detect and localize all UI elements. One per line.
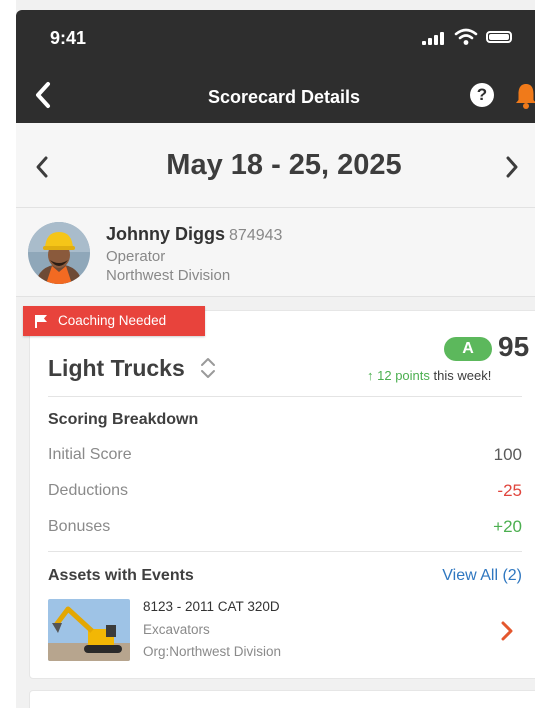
- top-bar: 9:41 Scorecard Details ?: [16, 10, 535, 123]
- user-role: Operator: [106, 248, 166, 265]
- bonuses-value: +20: [493, 517, 522, 536]
- flag-label: Coaching Needed: [58, 313, 167, 328]
- user-name: Johnny Diggs: [106, 224, 226, 244]
- breakdown-title: Scoring Breakdown: [48, 411, 199, 428]
- signal-icon: [422, 32, 444, 45]
- date-navigator: May 18 - 25, 2025: [16, 123, 535, 208]
- asset-name[interactable]: 8123 - 2011 CAT 320D: [143, 599, 280, 614]
- user-name-line: Johnny Diggs 874943: [106, 224, 282, 245]
- avatar: [28, 222, 90, 284]
- scorecard-card: Light Trucks A 95 ↑ 12 points this week!…: [29, 310, 535, 679]
- bonuses-label: Bonuses: [48, 518, 111, 535]
- deductions-label: Deductions: [48, 482, 129, 499]
- user-id: 874943: [229, 227, 283, 244]
- battery-icon: [486, 31, 512, 43]
- deductions-value: -25: [497, 481, 522, 500]
- bell-icon[interactable]: [514, 82, 535, 110]
- phone-screen: 9:41 Scorecard Details ? May 18 - 25, 20…: [16, 0, 535, 708]
- arrow-up-icon: ↑: [367, 368, 374, 383]
- user-info: Johnny Diggs 874943 Operator Northwest Di…: [16, 208, 535, 297]
- grade-badge: A: [444, 337, 492, 361]
- chevron-up-down-icon[interactable]: [198, 355, 218, 381]
- wifi-icon: [454, 28, 478, 45]
- help-icon[interactable]: ?: [470, 83, 494, 107]
- trend-points: 12 points: [377, 368, 430, 383]
- flag-icon: [35, 315, 47, 328]
- trend-suffix: this week!: [433, 368, 492, 383]
- user-division: Northwest Division: [106, 267, 231, 284]
- status-time: 9:41: [50, 28, 87, 48]
- asset-type: Excavators: [143, 622, 210, 637]
- initial-score-value: 100: [493, 445, 522, 464]
- coaching-needed-banner: Coaching Needed: [23, 306, 205, 336]
- asset-org: Org:Northwest Division: [143, 644, 282, 659]
- chevron-right-icon[interactable]: [500, 620, 514, 642]
- next-week-icon[interactable]: [504, 155, 520, 179]
- asset-thumbnail[interactable]: [48, 599, 130, 661]
- next-card: [29, 690, 535, 708]
- divider: [48, 551, 522, 552]
- date-range: May 18 - 25, 2025: [166, 149, 402, 181]
- view-all-link[interactable]: View All (2): [442, 567, 522, 585]
- page-title: Scorecard Details: [207, 87, 361, 107]
- category-title[interactable]: Light Trucks: [48, 355, 185, 382]
- score-value: 95: [498, 331, 530, 362]
- assets-title: Assets with Events: [48, 567, 194, 584]
- score-trend: ↑ 12 points this week!: [367, 368, 491, 383]
- initial-score-label: Initial Score: [48, 446, 132, 463]
- divider: [48, 396, 522, 397]
